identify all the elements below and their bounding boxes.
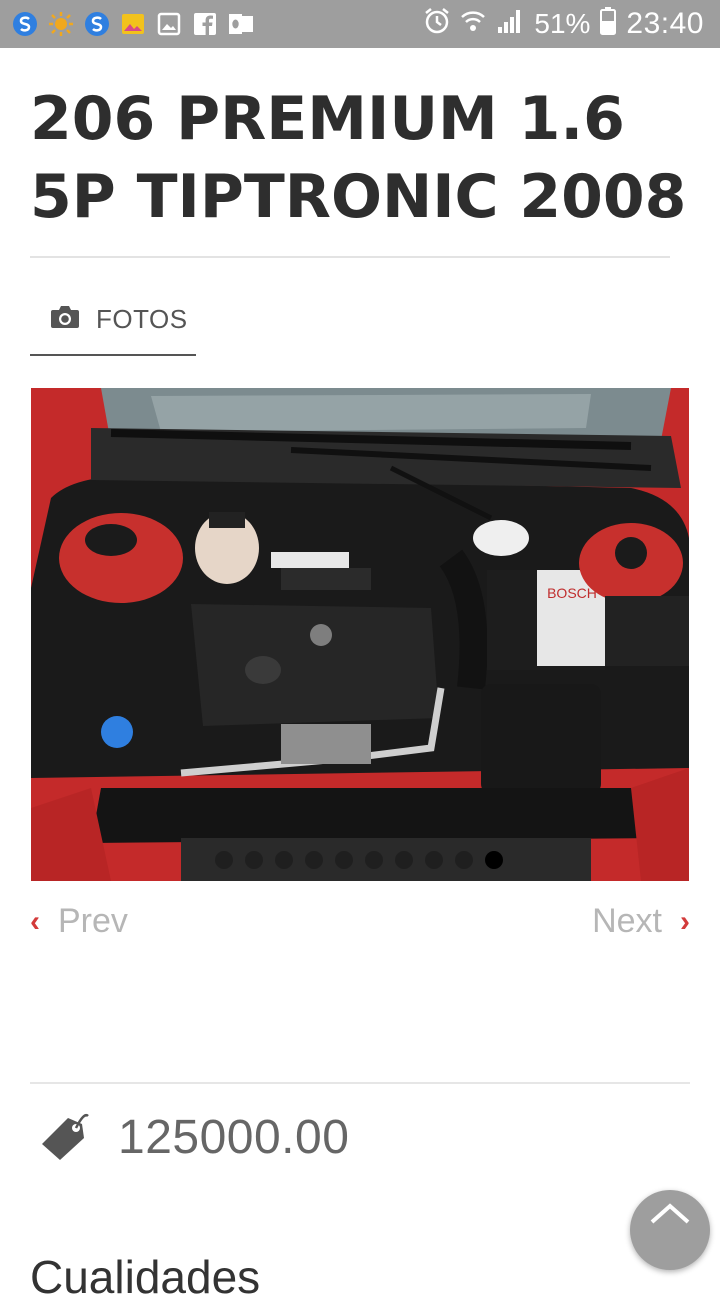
s-app-icon (12, 11, 38, 37)
outlook-icon (228, 11, 254, 37)
status-bar: 51% 23:40 (0, 0, 720, 48)
carousel-dot[interactable] (275, 851, 293, 869)
chevron-right-icon: › (680, 904, 690, 938)
clock: 23:40 (626, 7, 704, 40)
carousel-dot[interactable] (455, 851, 473, 869)
image-icon (156, 11, 182, 37)
s-app-icon (84, 11, 110, 37)
alarm-icon (424, 7, 450, 42)
battery-percent: 51% (534, 8, 591, 39)
carousel-dot[interactable] (215, 851, 233, 869)
notification-icons (12, 10, 254, 38)
page-title: 206 PREMIUM 1.6 5P TIPTRONIC 2008 (30, 84, 687, 232)
qualities-heading: Cualidades (30, 1251, 261, 1303)
system-icons: 51% 23:40 (424, 6, 704, 42)
carousel-dot[interactable] (335, 851, 353, 869)
signal-icon (496, 7, 524, 42)
chevron-up-icon (650, 1203, 690, 1224)
next-button[interactable]: Next › (592, 902, 690, 941)
battery-icon (600, 6, 617, 42)
sun-icon (48, 11, 74, 37)
price-tag-icon (38, 1110, 90, 1167)
carousel-dot[interactable] (245, 851, 263, 869)
photo-carousel[interactable]: BOSCH (31, 388, 689, 881)
price-divider (30, 1082, 690, 1084)
carousel-dot-active[interactable] (485, 851, 503, 869)
scroll-to-top-button[interactable] (630, 1190, 710, 1270)
chevron-left-icon: ‹ (30, 904, 40, 938)
title-divider (30, 256, 670, 258)
engine-bay-photo: BOSCH (31, 388, 689, 881)
price-value: 125000.00 (118, 1111, 350, 1164)
prev-button[interactable]: ‹ Prev (30, 902, 128, 941)
carousel-dot[interactable] (425, 851, 443, 869)
camera-icon (50, 304, 80, 335)
carousel-dot[interactable] (365, 851, 383, 869)
prev-label: Prev (58, 902, 128, 940)
tab-photos-label: FOTOS (96, 304, 188, 334)
tab-photos[interactable]: FOTOS (30, 296, 196, 356)
carousel-indicators (31, 851, 689, 871)
wifi-icon (460, 7, 486, 42)
gallery-icon (120, 11, 146, 37)
carousel-dot[interactable] (395, 851, 413, 869)
facebook-icon (192, 11, 218, 37)
carousel-dot[interactable] (305, 851, 323, 869)
next-label: Next (592, 902, 662, 940)
svg-text:BOSCH: BOSCH (547, 585, 597, 601)
